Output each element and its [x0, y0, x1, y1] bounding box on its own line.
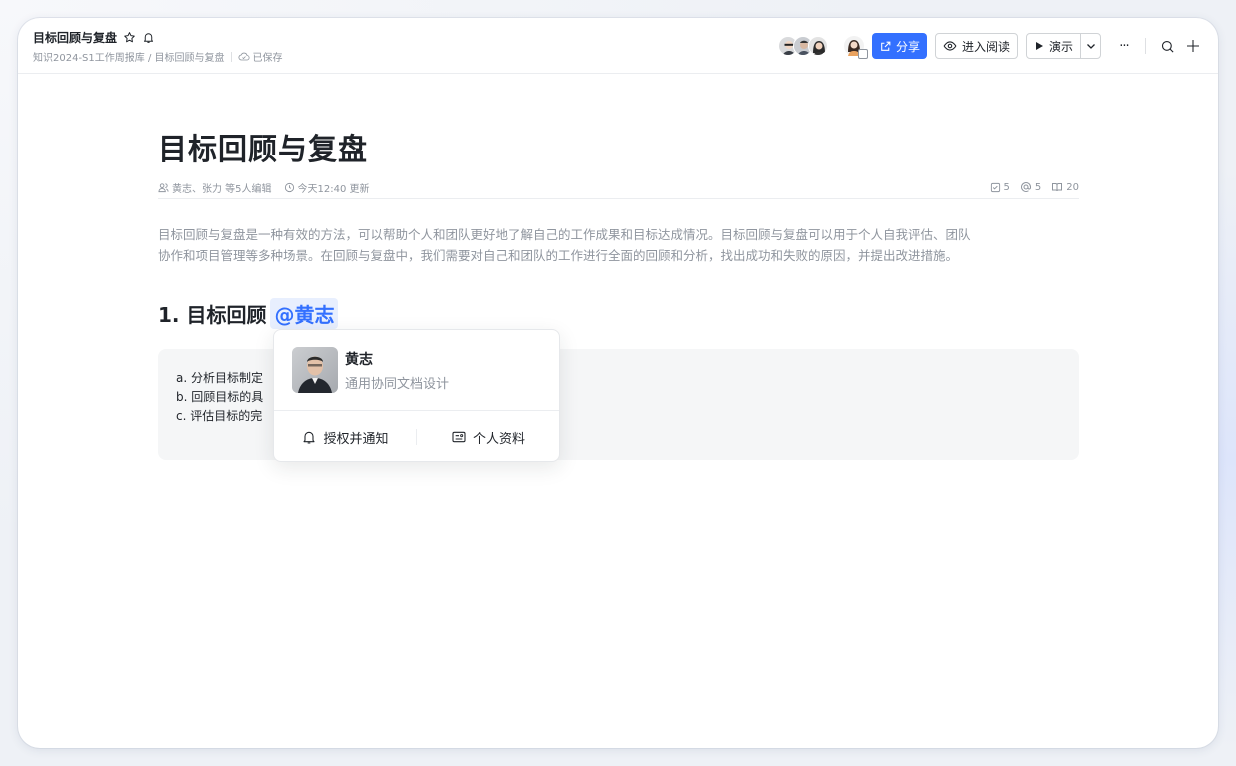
authorize-notify-button[interactable]: 授权并通知 [274, 428, 416, 447]
list-item: a. 分析目标制定 [176, 371, 263, 385]
eye-icon [943, 41, 957, 51]
edit-badge-icon [857, 49, 868, 59]
share-button[interactable]: 分享 [871, 33, 927, 59]
reading-mode-button[interactable]: 进入阅读 [934, 33, 1018, 59]
heading-text: 1. 目标回顾 [158, 303, 267, 327]
list-item: c. 评估目标的完 [176, 409, 263, 423]
page-title[interactable]: 目标回顾与复盘 [158, 126, 368, 168]
book-icon [1052, 183, 1063, 192]
cloud-check-icon [237, 52, 250, 60]
more-icon: ··· [1119, 38, 1129, 54]
doc-stats: 5 5 20 [990, 181, 1079, 193]
user-avatar[interactable] [292, 347, 338, 393]
mention-chip[interactable]: @黄志 [270, 298, 339, 329]
mention-count[interactable]: 5 [1020, 181, 1041, 193]
bell-icon[interactable] [142, 31, 155, 44]
top-right-actions: 分享 进入阅读 演示 ··· [777, 33, 1206, 59]
id-card-icon [452, 431, 466, 443]
intro-line: 协作和项目管理等多种场景。在回顾与复盘中，我们需要对自己和团队的工作进行全面的回… [158, 248, 959, 263]
popup-actions: 授权并通知 个人资料 [274, 411, 559, 463]
read-count-value: 20 [1066, 181, 1079, 193]
add-button[interactable] [1180, 33, 1206, 59]
present-label: 演示 [1048, 39, 1073, 54]
breadcrumb[interactable]: 知识2024-S1工作周报库 / 目标回顾与复盘 [33, 49, 225, 64]
profile-button[interactable]: 个人资料 [417, 428, 559, 447]
heading-1[interactable]: 1. 目标回顾 @黄志 [158, 298, 339, 329]
avatar [807, 36, 828, 56]
divider [230, 51, 232, 62]
intro-paragraph[interactable]: 目标回顾与复盘是一种有效的方法，可以帮助个人和团队更好地了解自己的工作成果和目标… [158, 224, 1079, 266]
saved-status: 已保存 [237, 49, 283, 64]
reading-mode-label: 进入阅读 [961, 39, 1010, 54]
task-count[interactable]: 5 [990, 181, 1010, 193]
divider [1145, 38, 1146, 54]
at-icon [1020, 182, 1031, 192]
updated-text: 今天12:40 更新 [297, 183, 370, 195]
doc-meta: 黄志、张力 等5人编辑 今天12:40 更新 5 5 20 [158, 177, 1079, 197]
user-name: 黄志 [345, 352, 373, 368]
callout-list: a. 分析目标制定 b. 回顾目标的具 c. 评估目标的完 [176, 369, 263, 426]
read-count[interactable]: 20 [1051, 181, 1079, 193]
present-dropdown[interactable] [1080, 34, 1100, 58]
doc-title-row: 目标回顾与复盘 [33, 29, 155, 46]
editors-text: 黄志、张力 等5人编辑 [172, 183, 272, 195]
doc-title[interactable]: 目标回顾与复盘 [33, 29, 117, 46]
more-button[interactable]: ··· [1111, 33, 1137, 59]
plus-icon [1187, 40, 1199, 52]
chevron-down-icon [1086, 44, 1095, 49]
updated-meta: 今天12:40 更新 [284, 180, 370, 195]
present-button[interactable]: 演示 [1027, 34, 1080, 58]
task-check-icon [990, 182, 1000, 192]
breadcrumb-row: 知识2024-S1工作周报库 / 目标回顾与复盘 已保存 [33, 49, 283, 64]
present-split-button: 演示 [1025, 33, 1101, 59]
authorize-notify-label: 授权并通知 [323, 431, 389, 447]
user-description: 通用协同文档设计 [345, 377, 450, 392]
bell-icon [303, 431, 316, 444]
list-item: b. 回顾目标的具 [176, 390, 264, 404]
avatar-editing[interactable] [843, 36, 868, 59]
intro-line: 目标回顾与复盘是一种有效的方法，可以帮助个人和团队更好地了解自己的工作成果和目标… [158, 227, 971, 242]
star-icon[interactable] [123, 31, 136, 44]
search-button[interactable] [1154, 33, 1180, 59]
share-label: 分享 [895, 39, 920, 54]
app-window: 目标回顾与复盘 知识2024-S1工作周报库 / 目标回顾与复盘 已保存 分享 … [18, 18, 1218, 748]
collaborator-avatars[interactable] [777, 36, 828, 56]
divider [158, 198, 1079, 199]
play-icon [1035, 42, 1043, 50]
users-icon [158, 182, 169, 192]
editors-meta[interactable]: 黄志、张力 等5人编辑 [158, 180, 272, 195]
mention-count-value: 5 [1034, 181, 1042, 193]
top-bar: 目标回顾与复盘 知识2024-S1工作周报库 / 目标回顾与复盘 已保存 分享 … [18, 18, 1218, 74]
user-card-popup: 黄志 通用协同文档设计 授权并通知 个人资料 [273, 329, 560, 462]
profile-label: 个人资料 [472, 431, 525, 447]
share-icon [881, 41, 891, 51]
saved-label: 已保存 [252, 53, 283, 64]
task-count-value: 5 [1003, 181, 1010, 193]
search-icon [1161, 40, 1174, 53]
clock-icon [284, 182, 294, 192]
